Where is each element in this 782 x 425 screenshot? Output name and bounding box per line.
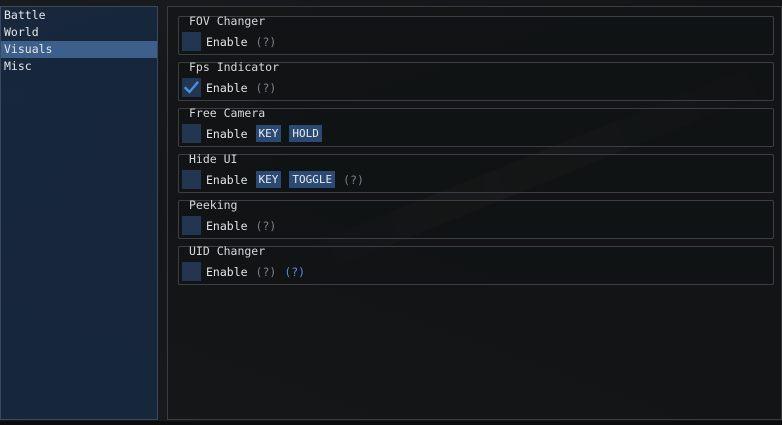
enable-label: Enable <box>206 126 248 141</box>
option-row: Enable (?) (?) <box>182 262 313 281</box>
help-tooltip-marker-secondary[interactable]: (?) <box>284 265 305 279</box>
enable-label: Enable <box>206 34 248 49</box>
group-hide-ui: Hide UI Enable KEY TOGGLE (?) <box>178 152 774 193</box>
group-title: UID Changer <box>189 244 266 258</box>
sidebar-item-misc[interactable]: Misc <box>1 58 157 75</box>
app-window: Battle World Visuals Misc FOV Changer En… <box>0 0 782 425</box>
group-uid-changer: UID Changer Enable (?) (?) <box>178 244 774 285</box>
key-mode-button[interactable]: HOLD <box>289 125 322 142</box>
help-tooltip-marker[interactable]: (?) <box>256 81 277 95</box>
uid-changer-enable-checkbox[interactable] <box>182 262 201 281</box>
peeking-enable-checkbox[interactable] <box>182 216 201 235</box>
enable-label: Enable <box>206 80 248 95</box>
help-tooltip-marker[interactable]: (?) <box>256 219 277 233</box>
group-free-camera: Free Camera Enable KEY HOLD <box>178 106 774 147</box>
keybind-button[interactable]: KEY <box>255 171 282 188</box>
group-fov-changer: FOV Changer Enable (?) <box>178 14 774 55</box>
enable-label: Enable <box>206 218 248 233</box>
enable-label: Enable <box>206 264 248 279</box>
option-row: Enable KEY HOLD <box>182 124 330 143</box>
group-title: Fps Indicator <box>189 60 280 74</box>
sidebar: Battle World Visuals Misc <box>0 6 158 420</box>
option-row: Enable (?) <box>182 216 284 235</box>
fov-changer-enable-checkbox[interactable] <box>182 32 201 51</box>
bottom-edge <box>0 421 782 425</box>
sidebar-item-battle[interactable]: Battle <box>1 7 157 24</box>
visuals-panel: FOV Changer Enable (?) Fps Indicator Ena… <box>167 6 782 420</box>
group-title: Free Camera <box>189 106 266 120</box>
check-icon <box>184 81 199 94</box>
option-row: Enable KEY TOGGLE (?) <box>182 170 372 189</box>
free-camera-enable-checkbox[interactable] <box>182 124 201 143</box>
group-fps-indicator: Fps Indicator Enable (?) <box>178 60 774 101</box>
group-peeking: Peeking Enable (?) <box>178 198 774 239</box>
sidebar-item-world[interactable]: World <box>1 24 157 41</box>
hide-ui-enable-checkbox[interactable] <box>182 170 201 189</box>
group-title: Peeking <box>189 198 238 212</box>
fps-indicator-enable-checkbox[interactable] <box>182 78 201 97</box>
help-tooltip-marker[interactable]: (?) <box>256 35 277 49</box>
key-mode-button[interactable]: TOGGLE <box>289 171 336 188</box>
sidebar-item-visuals[interactable]: Visuals <box>1 41 157 58</box>
keybind-button[interactable]: KEY <box>255 125 282 142</box>
option-row: Enable (?) <box>182 32 284 51</box>
option-row: Enable (?) <box>182 78 284 97</box>
group-title: Hide UI <box>189 152 238 166</box>
help-tooltip-marker[interactable]: (?) <box>343 173 364 187</box>
help-tooltip-marker[interactable]: (?) <box>256 265 277 279</box>
enable-label: Enable <box>206 172 248 187</box>
group-title: FOV Changer <box>189 14 266 28</box>
